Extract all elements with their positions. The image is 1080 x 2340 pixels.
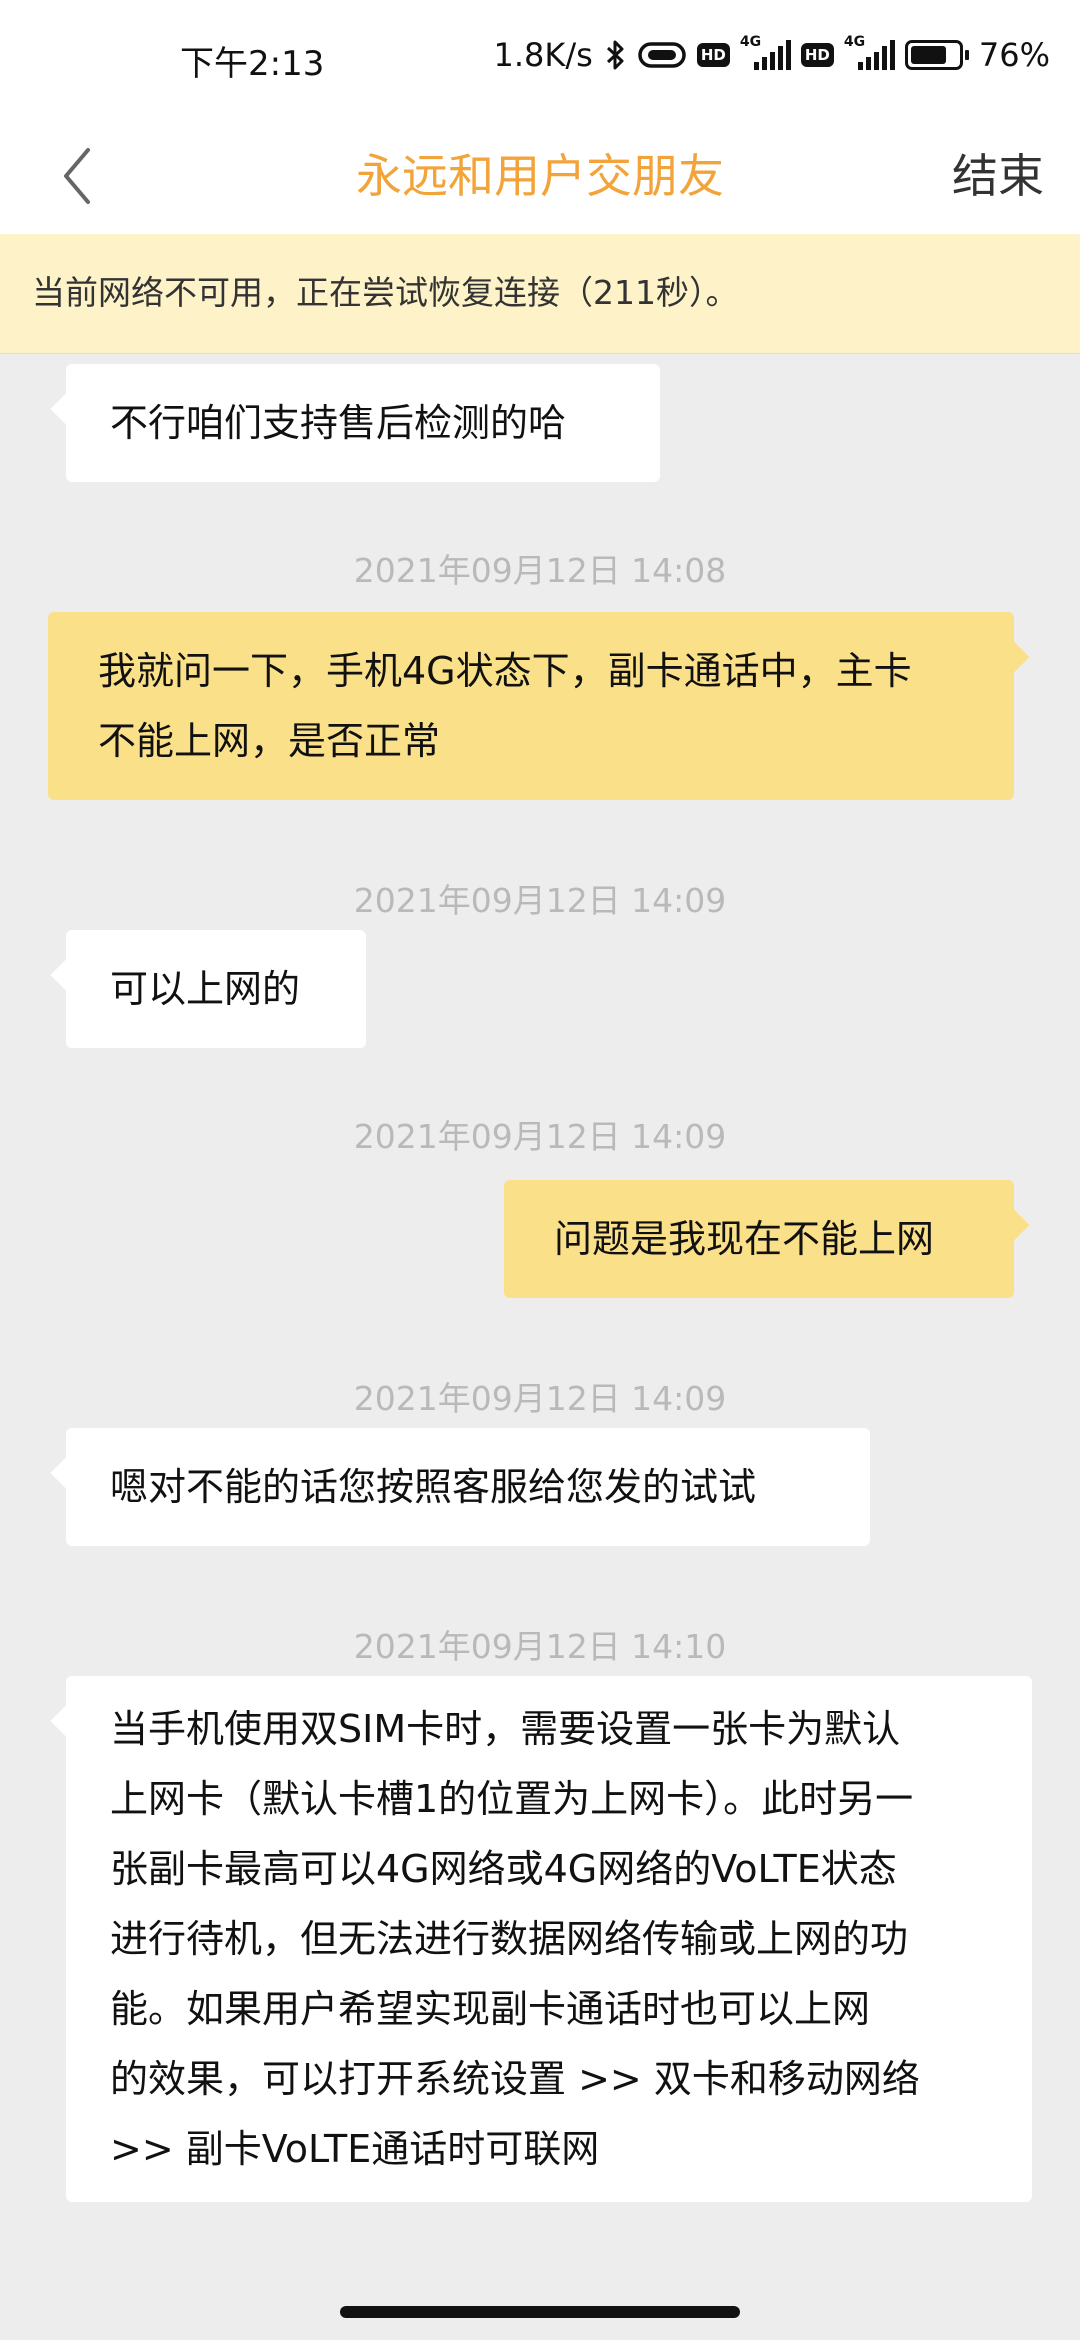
network-speed: 1.8K/s (493, 36, 593, 74)
message-text: 嗯对不能的话您按照客服给您发的试试 (110, 1465, 757, 1509)
message-bubble-agent: 嗯对不能的话您按照客服给您发的试试 (50, 1428, 870, 1546)
vibrate-icon (637, 40, 687, 70)
hd-icon: HD (696, 43, 730, 67)
chat-header: 永远和用户交朋友 结束 (0, 118, 1080, 234)
message-text: 可以上网的 (110, 967, 301, 1011)
message-text: 我就问一下，手机4G状态下，副卡通话中，主卡 不能上网，是否正常 (98, 649, 912, 763)
hd-icon: HD (800, 43, 834, 67)
message-timestamp: 2021年09月12日 14:09 (353, 1117, 727, 1156)
message-bubble-user: 问题是我现在不能上网 (504, 1180, 1030, 1298)
message-timestamp: 2021年09月12日 14:08 (353, 551, 727, 590)
battery-percent: 76% (978, 36, 1050, 74)
signal-4g-icon: 4G (740, 34, 791, 70)
message-bubble-agent: 当手机使用双SIM卡时，需要设置一张卡为默认 上网卡（默认卡槽1的位置为上网卡）… (50, 1676, 1032, 2202)
message-timestamp: 2021年09月12日 14:10 (353, 1627, 727, 1666)
home-indicator[interactable] (340, 2306, 740, 2318)
message-bubble-agent: 不行咱们支持售后检测的哈 (50, 364, 660, 482)
message-bubble-agent: 可以上网的 (50, 930, 366, 1048)
bluetooth-icon (605, 39, 627, 71)
status-icons: 1.8K/s HD 4G HD 4G 76% (493, 34, 1050, 74)
message-timestamp: 2021年09月12日 14:09 (353, 881, 727, 920)
network-warning-banner: 当前网络不可用，正在尝试恢复连接（211秒）。 (0, 234, 1080, 354)
signal-4g-icon: 4G (844, 34, 895, 70)
banner-text: 当前网络不可用，正在尝试恢复连接（211秒）。 (32, 273, 739, 312)
status-time: 下午2:13 (180, 44, 325, 84)
message-text: 当手机使用双SIM卡时，需要设置一张卡为默认 上网卡（默认卡槽1的位置为上网卡）… (110, 1707, 920, 2171)
message-timestamp: 2021年09月12日 14:09 (353, 1379, 727, 1418)
battery-icon (904, 40, 969, 70)
status-bar: 下午2:13 1.8K/s HD 4G HD 4G 76% (0, 0, 1080, 118)
message-bubble-user: 我就问一下，手机4G状态下，副卡通话中，主卡 不能上网，是否正常 (48, 612, 1030, 800)
message-text: 问题是我现在不能上网 (554, 1217, 935, 1261)
page-title: 永远和用户交朋友 (356, 149, 724, 203)
end-button[interactable]: 结束 (952, 118, 1044, 234)
message-text: 不行咱们支持售后检测的哈 (110, 401, 567, 445)
